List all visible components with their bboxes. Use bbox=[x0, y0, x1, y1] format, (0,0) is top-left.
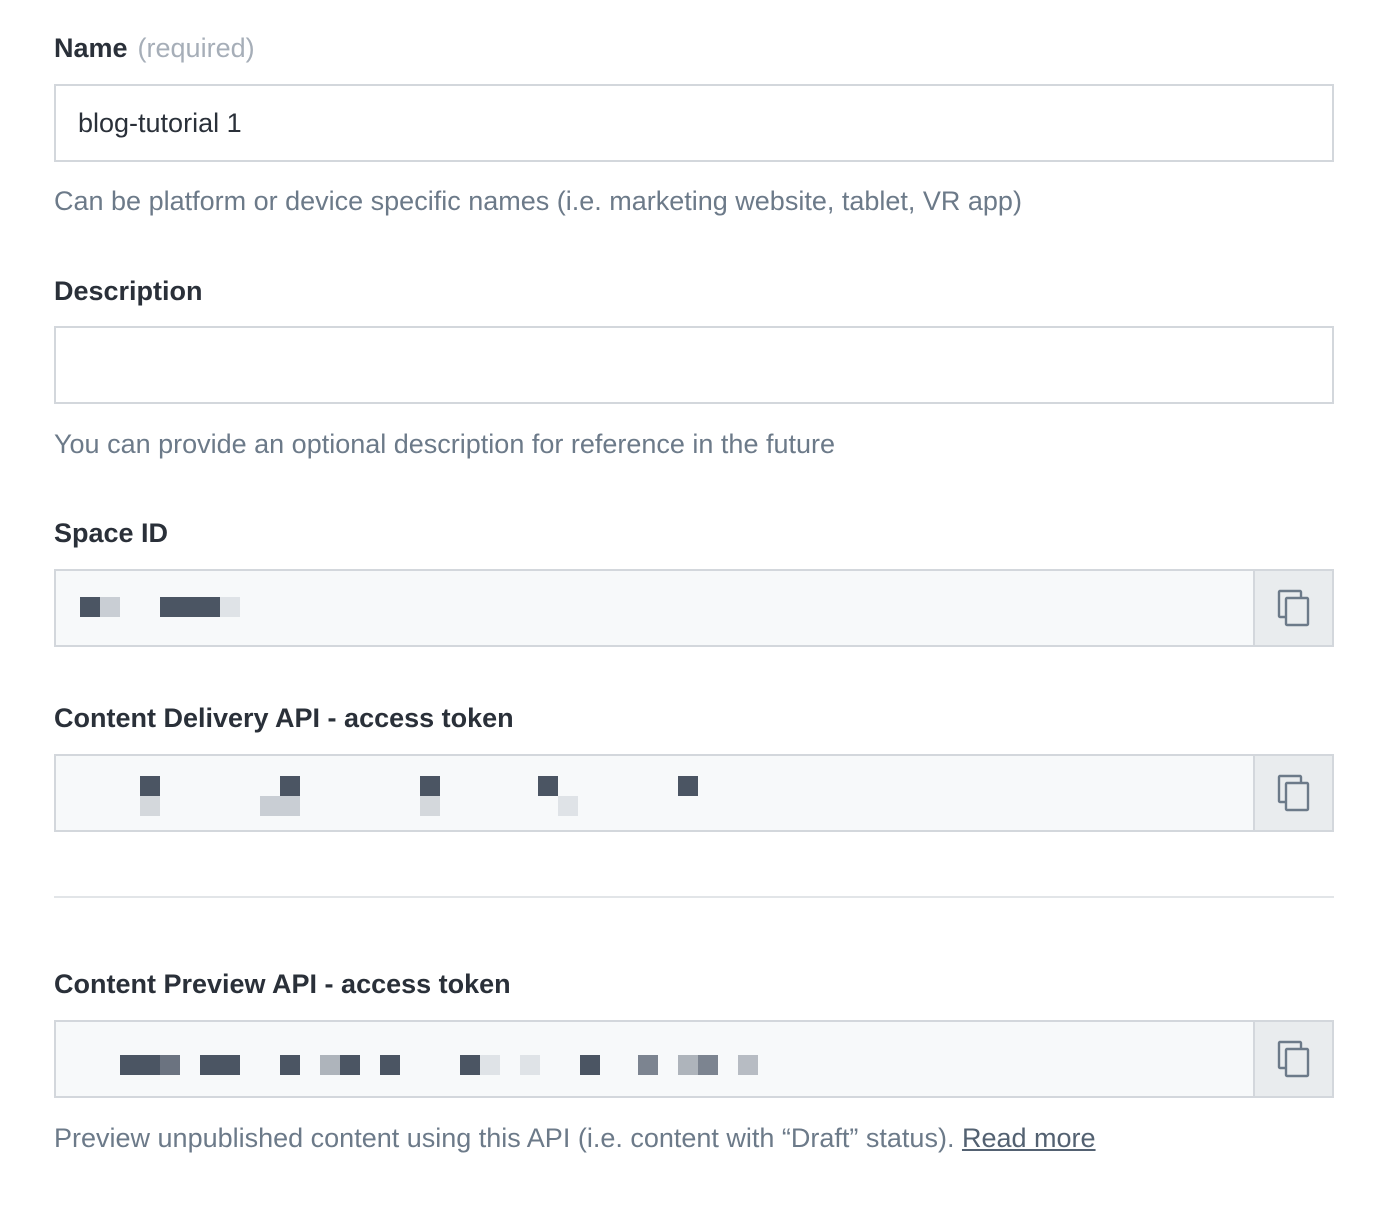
delivery-token-label: Content Delivery API - access token bbox=[54, 703, 514, 733]
redacted-block bbox=[220, 597, 240, 617]
preview-token-label: Content Preview API - access token bbox=[54, 969, 511, 999]
name-label-text: Name bbox=[54, 33, 128, 63]
required-indicator: (required) bbox=[137, 33, 255, 63]
redacted-block bbox=[420, 796, 440, 816]
read-more-link[interactable]: Read more bbox=[962, 1123, 1096, 1153]
redacted-block bbox=[100, 597, 120, 617]
redacted-block bbox=[140, 776, 160, 796]
redacted-block bbox=[698, 1055, 718, 1075]
redacted-block bbox=[320, 1055, 340, 1075]
name-label: Name (required) bbox=[54, 33, 255, 64]
redacted-block bbox=[558, 796, 578, 816]
redacted-block bbox=[120, 1055, 160, 1075]
description-help-text: You can provide an optional description … bbox=[54, 429, 836, 459]
redacted-block bbox=[638, 1055, 658, 1075]
redacted-block bbox=[678, 1055, 698, 1075]
preview-token-copy-button[interactable] bbox=[1253, 1022, 1332, 1096]
section-divider bbox=[54, 896, 1334, 898]
redacted-block bbox=[280, 1055, 300, 1075]
delivery-token-copy-button[interactable] bbox=[1253, 756, 1332, 830]
preview-help-description: Preview unpublished content using this A… bbox=[54, 1123, 955, 1153]
redacted-block bbox=[678, 776, 698, 796]
redacted-block bbox=[280, 776, 300, 796]
delivery-token-value[interactable] bbox=[56, 756, 1253, 830]
copy-icon bbox=[1277, 589, 1309, 627]
copy-icon bbox=[1277, 1040, 1309, 1078]
redacted-block bbox=[520, 1055, 540, 1075]
name-help-text: Can be platform or device specific names… bbox=[54, 186, 1022, 216]
redacted-block bbox=[340, 1055, 360, 1075]
copy-icon bbox=[1277, 774, 1309, 812]
space-id-copy-button[interactable] bbox=[1253, 571, 1332, 645]
delivery-token-field-group bbox=[54, 754, 1334, 832]
redacted-block bbox=[200, 1055, 240, 1075]
redacted-block bbox=[460, 1055, 480, 1075]
redacted-block bbox=[140, 796, 160, 816]
preview-token-field-group bbox=[54, 1020, 1334, 1098]
redacted-block bbox=[160, 1055, 180, 1075]
redacted-block bbox=[480, 1055, 500, 1075]
redacted-block bbox=[80, 597, 100, 617]
preview-token-value[interactable] bbox=[56, 1022, 1253, 1096]
redacted-block bbox=[738, 1055, 758, 1075]
redacted-block bbox=[160, 597, 220, 617]
description-label: Description bbox=[54, 276, 203, 306]
description-input[interactable] bbox=[54, 326, 1334, 404]
redacted-block bbox=[538, 776, 558, 796]
space-id-value[interactable] bbox=[56, 571, 1253, 645]
space-id-field-group bbox=[54, 569, 1334, 647]
name-input[interactable] bbox=[54, 84, 1334, 162]
redacted-block bbox=[380, 1055, 400, 1075]
redacted-block bbox=[260, 796, 300, 816]
redacted-block bbox=[420, 776, 440, 796]
preview-help-text: Preview unpublished content using this A… bbox=[54, 1123, 1096, 1154]
redacted-block bbox=[580, 1055, 600, 1075]
space-id-label: Space ID bbox=[54, 518, 169, 548]
